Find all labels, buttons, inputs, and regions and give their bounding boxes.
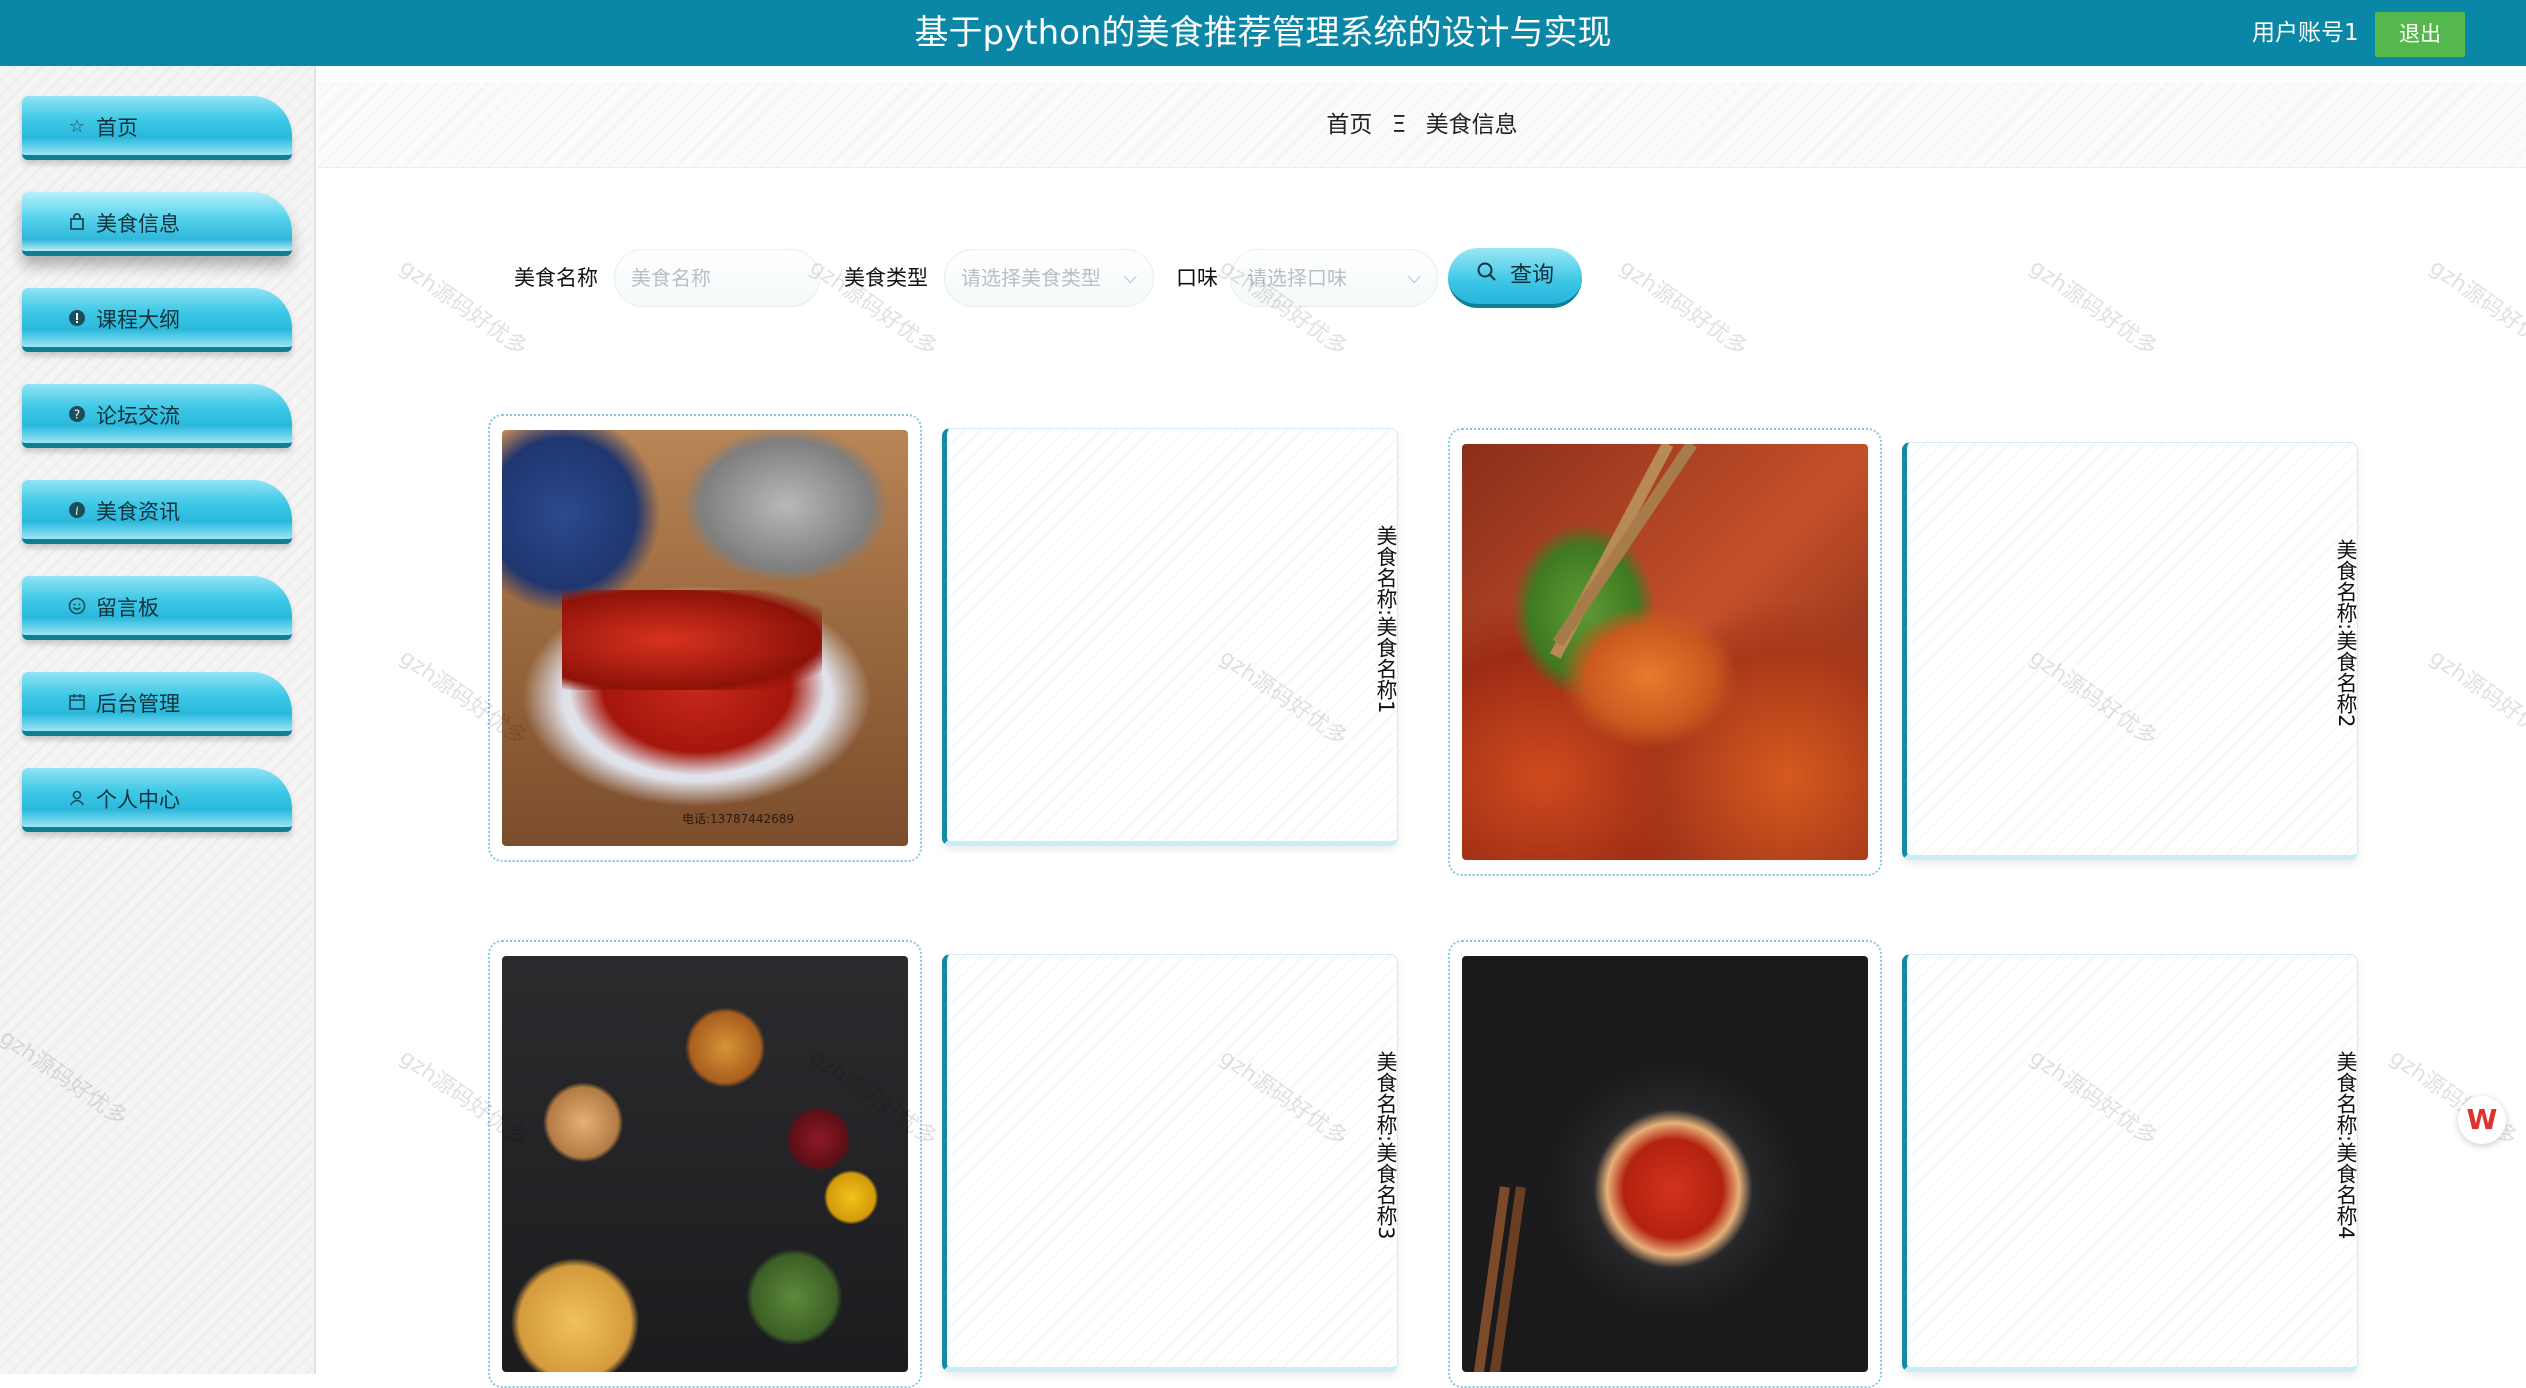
food-type-select[interactable]: 请选择美食类型 ⌵: [944, 249, 1154, 307]
food-name-text: 美食名称:美食名称2: [2334, 539, 2358, 728]
main-content: 首页 Ξ 美食信息 美食名称 美食名称 美食类型 请选择美食类型 ⌵ 口味 请选…: [318, 66, 2526, 1388]
breadcrumb-separator: Ξ: [1391, 112, 1407, 138]
chili-layer: [562, 590, 822, 690]
query-button[interactable]: 查询: [1448, 248, 1582, 308]
sidebar-item-profile[interactable]: 个人中心: [22, 768, 292, 832]
taste-label: 口味: [1176, 266, 1218, 290]
sidebar-item-label: 个人中心: [96, 788, 180, 812]
sidebar-item-label: 留言板: [96, 596, 159, 620]
sidebar-item-label: 论坛交流: [96, 404, 180, 428]
taste-placeholder: 请选择口味: [1247, 266, 1347, 290]
chopstick: [1552, 444, 1697, 647]
logout-button[interactable]: 退出: [2375, 12, 2465, 57]
photo-caption: 电话:13787442689: [682, 812, 795, 826]
food-type-label: 美食类型: [844, 266, 928, 290]
user-account-label[interactable]: 用户账号1: [2252, 0, 2359, 66]
svg-text:?: ?: [74, 408, 80, 422]
info-circle-icon: [66, 308, 88, 330]
food-name-label: 美食名称: [514, 266, 598, 290]
food-type-placeholder: 请选择美食类型: [961, 266, 1101, 290]
top-header: 基于python的美食推荐管理系统的设计与实现 用户账号1 退出: [0, 0, 2526, 66]
food-card-image-2[interactable]: [1448, 428, 1882, 876]
taste-select[interactable]: 请选择口味 ⌵: [1230, 249, 1438, 307]
breadcrumb-current: 美食信息: [1425, 112, 1518, 138]
search-form: 美食名称 美食名称 美食类型 请选择美食类型 ⌵ 口味 请选择口味 ⌵ 查询: [318, 246, 2526, 310]
food-spread-photo: [502, 956, 908, 1372]
sidebar-item-food-info[interactable]: 美食信息: [22, 192, 292, 256]
sidebar-item-course-outline[interactable]: 课程大纲: [22, 288, 292, 352]
sidebar-item-home[interactable]: ☆ 首页: [22, 96, 292, 160]
smile-icon: [66, 596, 88, 618]
breadcrumb-bar: 首页 Ξ 美食信息: [318, 82, 2526, 168]
user-icon: [66, 788, 88, 810]
breadcrumb: 首页 Ξ 美食信息: [318, 82, 2526, 168]
food-name-input[interactable]: 美食名称: [614, 249, 820, 307]
food-card-image-1[interactable]: 电话:13787442689: [488, 414, 922, 862]
food-card-image-3[interactable]: [488, 940, 922, 1388]
question-circle-icon: ?: [66, 404, 88, 426]
info-icon: i: [66, 500, 88, 522]
sidebar-item-food-news[interactable]: i 美食资讯: [22, 480, 292, 544]
food-name-text: 美食名称:美食名称4: [2334, 1051, 2358, 1240]
food-name-text: 美食名称:美食名称1: [1374, 525, 1398, 714]
food-card-info-1[interactable]: 美食名称:美食名称1: [942, 428, 1398, 846]
sidebar-item-message-board[interactable]: 留言板: [22, 576, 292, 640]
sidebar-item-admin[interactable]: 后台管理: [22, 672, 292, 736]
sidebar-item-label: 后台管理: [96, 692, 180, 716]
food-card-info-4[interactable]: 美食名称:美食名称4: [1902, 954, 2358, 1372]
sidebar-item-label: 首页: [96, 116, 138, 140]
chevron-down-icon: ⌵: [1407, 267, 1421, 288]
food-name-placeholder: 美食名称: [631, 266, 711, 290]
food-card-info-3[interactable]: 美食名称:美食名称3: [942, 954, 1398, 1372]
sidebar: ☆ 首页 美食信息 课程大纲 ? 论坛交流 i 美食资讯 留言板 后台管理 个人…: [0, 66, 316, 1374]
query-button-label: 查询: [1510, 263, 1555, 288]
wps-icon[interactable]: W: [2458, 1096, 2506, 1144]
food-name-text: 美食名称:美食名称3: [1374, 1051, 1398, 1240]
sidebar-item-label: 课程大纲: [96, 308, 180, 332]
spicy-hot-pot-photo: 电话:13787442689: [502, 430, 908, 846]
app-title: 基于python的美食推荐管理系统的设计与实现: [914, 13, 1612, 53]
search-icon: [1476, 260, 1498, 290]
calendar-icon: [66, 692, 88, 714]
chili-hotpot-bowl-photo: [1462, 956, 1868, 1372]
shrimp-chopsticks-photo: [1462, 444, 1868, 860]
svg-text:i: i: [75, 505, 79, 518]
food-card-image-4[interactable]: [1448, 940, 1882, 1388]
sidebar-item-label: 美食资讯: [96, 500, 180, 524]
bag-icon: [66, 212, 88, 234]
star-icon: ☆: [68, 116, 86, 137]
sidebar-item-forum[interactable]: ? 论坛交流: [22, 384, 292, 448]
food-card-info-2[interactable]: 美食名称:美食名称2: [1902, 442, 2358, 860]
sidebar-item-label: 美食信息: [96, 212, 180, 236]
breadcrumb-home[interactable]: 首页: [1326, 112, 1372, 138]
chevron-down-icon: ⌵: [1123, 267, 1137, 288]
